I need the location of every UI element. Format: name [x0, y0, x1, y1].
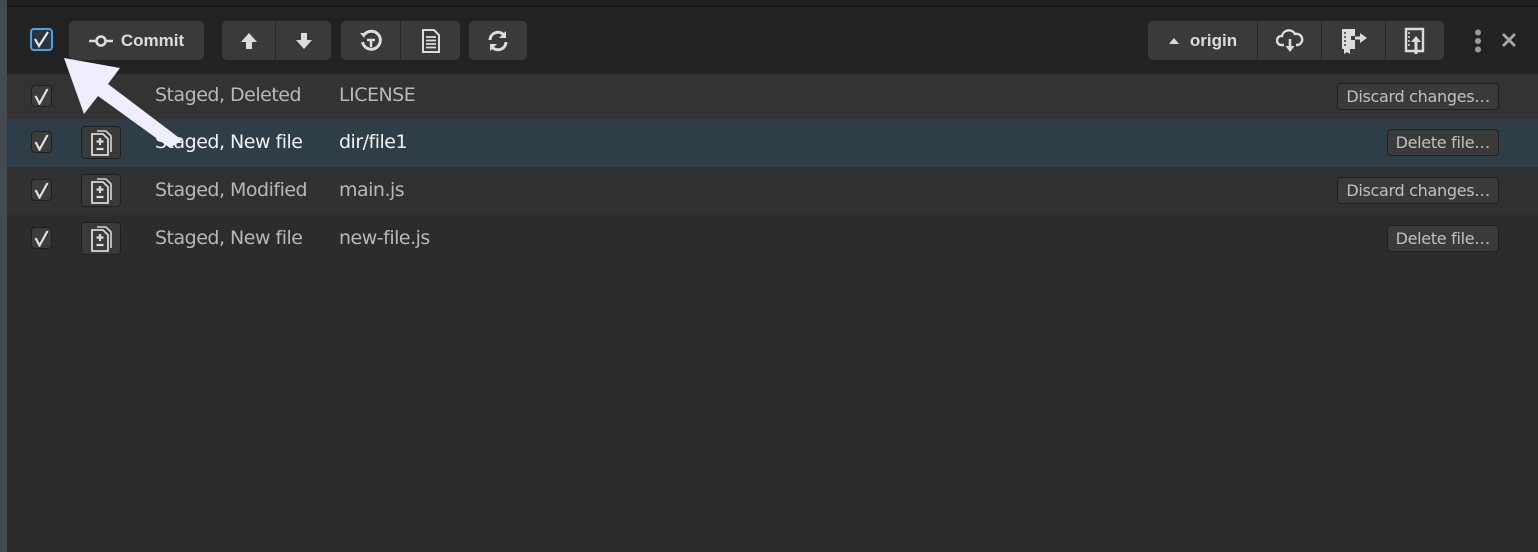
file-status: Staged, Deleted: [155, 84, 302, 106]
export-button[interactable]: [1322, 21, 1386, 60]
check-icon: [34, 133, 49, 151]
book-upload-icon: [1404, 27, 1425, 54]
discard-changes-button[interactable]: Discard changes…: [1337, 83, 1499, 110]
delete-file-button[interactable]: Delete file…: [1386, 225, 1499, 252]
history-button[interactable]: [341, 21, 401, 60]
diff-file-button[interactable]: [81, 126, 121, 159]
file-row[interactable]: Staged, Modified main.js Discard changes…: [7, 167, 1538, 215]
remote-group: origin: [1148, 21, 1444, 60]
delete-file-button[interactable]: Delete file…: [1386, 129, 1499, 156]
file-checkbox[interactable]: [31, 179, 52, 201]
git-toolbar: Commit origin: [7, 7, 1538, 74]
file-path: dir/file1: [339, 131, 408, 153]
discard-changes-button[interactable]: Discard changes…: [1337, 177, 1499, 204]
diff-file-button[interactable]: [81, 174, 121, 207]
arrow-up-icon: [240, 32, 257, 49]
commit-label: Commit: [120, 30, 185, 50]
file-row[interactable]: Staged, New file dir/file1 Delete file…: [7, 119, 1538, 167]
fetch-button[interactable]: [1258, 21, 1322, 60]
top-strip: [7, 0, 1538, 7]
file-diff-icon: [91, 177, 112, 204]
file-status: Staged, Modified: [155, 179, 308, 201]
log-button[interactable]: [401, 21, 460, 60]
check-icon: [34, 181, 49, 199]
push-button[interactable]: [222, 21, 276, 60]
kebab-menu-icon[interactable]: [1474, 29, 1482, 53]
file-list: Staged, Deleted LICENSE Discard changes… St…: [7, 74, 1538, 552]
commit-icon: [88, 34, 113, 47]
file-status: Staged, New file: [155, 227, 303, 249]
refresh-button[interactable]: [469, 21, 527, 60]
file-path: LICENSE: [339, 84, 416, 106]
arrow-down-icon: [295, 32, 312, 49]
left-rail: [0, 0, 7, 552]
file-path: new-file.js: [339, 227, 430, 249]
file-row[interactable]: Staged, New file new-file.js Delete file…: [7, 215, 1538, 263]
file-checkbox[interactable]: [31, 85, 52, 107]
upload-button[interactable]: [1386, 21, 1444, 60]
diff-file-button[interactable]: [81, 222, 121, 255]
file-path: main.js: [339, 179, 405, 201]
book-export-icon: [1341, 28, 1367, 54]
document-icon: [421, 28, 440, 53]
select-all-checkbox[interactable]: [30, 28, 53, 51]
close-icon[interactable]: [1499, 30, 1519, 50]
check-icon: [34, 229, 49, 247]
file-diff-icon: [91, 129, 112, 156]
file-diff-icon: [91, 225, 112, 252]
caret-up-icon: [1168, 37, 1179, 44]
history-icon: [359, 29, 382, 51]
push-pull-group: [222, 21, 331, 60]
check-icon: [34, 31, 49, 48]
commit-button[interactable]: Commit: [69, 21, 204, 60]
file-row[interactable]: Staged, Deleted LICENSE Discard changes…: [7, 74, 1538, 119]
file-status: Staged, New file: [155, 131, 303, 153]
remote-select-button[interactable]: origin: [1148, 21, 1258, 60]
remote-label: origin: [1189, 30, 1238, 50]
refresh-icon: [488, 30, 508, 51]
file-checkbox[interactable]: [31, 227, 52, 249]
file-checkbox[interactable]: [31, 131, 52, 153]
cloud-download-icon: [1275, 28, 1303, 52]
pull-button[interactable]: [276, 21, 331, 60]
history-group: [341, 21, 460, 60]
check-icon: [34, 87, 49, 105]
